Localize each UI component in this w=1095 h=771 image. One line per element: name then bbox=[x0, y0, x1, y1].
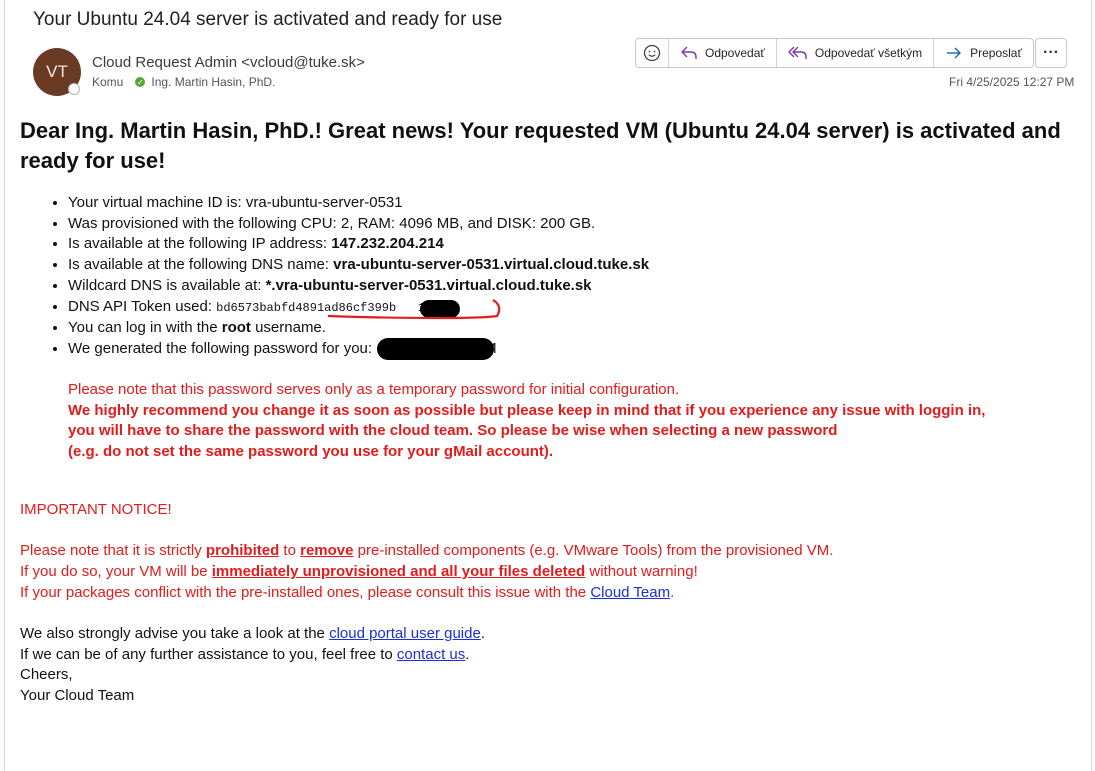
list-item-vm-id: Your virtual machine ID is: vra-ubuntu-s… bbox=[68, 193, 649, 214]
list-item-provision: Was provisioned with the following CPU: … bbox=[68, 214, 649, 235]
warning-line-4: (e.g. do not set the same password you u… bbox=[68, 443, 554, 461]
dns-label: Is available at the following DNS name: bbox=[68, 256, 334, 274]
notice-text: pre-installed components (e.g. VMware To… bbox=[353, 542, 834, 560]
notice-text: to bbox=[279, 542, 301, 560]
ip-label: Is available at the following IP address… bbox=[68, 235, 332, 253]
recipient-name[interactable]: Ing. Martin Hasin, PhD. bbox=[151, 75, 275, 89]
notice-text: Please note that it is strictly bbox=[20, 542, 206, 560]
warning-line-2: We highly recommend you change it as soo… bbox=[68, 401, 986, 419]
notice-line-3: If your packages conflict with the pre-i… bbox=[20, 583, 833, 604]
login-user: root bbox=[221, 319, 251, 337]
forward-label: Preposlať bbox=[970, 46, 1022, 60]
notice-title: IMPORTANT NOTICE! bbox=[20, 501, 172, 518]
react-button[interactable] bbox=[636, 39, 669, 67]
reply-all-label: Odpovedať všetkým bbox=[814, 46, 923, 60]
email-subject: Your Ubuntu 24.04 server is activated an… bbox=[33, 9, 503, 30]
presence-status-icon bbox=[68, 83, 80, 95]
wildcard-label: Wildcard DNS is available at: bbox=[68, 276, 266, 294]
closing-text: If we can be of any further assistance t… bbox=[20, 645, 397, 663]
warning-line-1: Please note that this password serves on… bbox=[68, 381, 680, 398]
notice-text: without warning! bbox=[585, 563, 698, 581]
notice-text: . bbox=[670, 583, 675, 601]
closing-text: We also strongly advise you take a look … bbox=[20, 625, 330, 642]
more-actions-button[interactable]: ··· bbox=[1035, 38, 1067, 68]
notice-line-1: Please note that it is strictly prohibit… bbox=[20, 541, 833, 562]
cloud-team-link[interactable]: Cloud Team bbox=[590, 584, 670, 601]
closing-cheers: Cheers, bbox=[20, 666, 73, 684]
reply-all-icon bbox=[787, 46, 807, 59]
smiley-icon bbox=[643, 44, 661, 62]
forward-button[interactable]: Preposlať bbox=[934, 39, 1033, 67]
warning-line-3: you will have to share the password with… bbox=[68, 422, 838, 440]
password-warning: Please note that this password serves on… bbox=[68, 380, 985, 463]
to-label: Komu bbox=[92, 75, 124, 89]
list-item-dns: Is available at the following DNS name: … bbox=[68, 255, 649, 276]
red-underline-scribble bbox=[327, 299, 501, 320]
password-label: We generated the following password for … bbox=[68, 339, 373, 357]
avatar-initials: VT bbox=[46, 62, 68, 81]
password-redaction bbox=[377, 338, 494, 360]
notice-text: If your packages conflict with the pre-i… bbox=[20, 583, 591, 601]
message-actions-toolbar: Odpovedať Odpovedať všetkým Preposlať bbox=[635, 38, 1034, 68]
closing-line-2: If we can be of any further assistance t… bbox=[20, 645, 485, 666]
closing-text: . bbox=[480, 625, 485, 642]
login-post: username. bbox=[250, 319, 326, 337]
dns-value: vra-ubuntu-server-0531.virtual.cloud.tuk… bbox=[333, 256, 650, 274]
verified-check-icon: ✓ bbox=[135, 77, 146, 87]
user-guide-link[interactable]: cloud portal user guide bbox=[329, 625, 481, 642]
list-item-password: We generated the following password for … bbox=[68, 339, 649, 360]
reply-button[interactable]: Odpovedať bbox=[669, 39, 777, 67]
notice-emphasis: remove bbox=[300, 542, 354, 560]
token-label: DNS API Token used: bbox=[68, 297, 217, 315]
ip-value: 147.232.204.214 bbox=[331, 235, 444, 253]
closing-signature: Your Cloud Team bbox=[20, 687, 135, 705]
wildcard-value: *.vra-ubuntu-server-0531.virtual.cloud.t… bbox=[265, 276, 592, 294]
reply-icon bbox=[681, 46, 697, 59]
login-pre: You can log in with the bbox=[68, 319, 222, 337]
notice-text: If you do so, your VM will be bbox=[20, 563, 212, 581]
reply-all-button[interactable]: Odpovedať všetkým bbox=[777, 39, 935, 67]
notice-emphasis: immediately unprovisioned and all your f… bbox=[211, 563, 586, 581]
contact-us-link[interactable]: contact us bbox=[397, 646, 465, 663]
notice-line-2: If you do so, your VM will be immediatel… bbox=[20, 562, 833, 583]
closing-text: . bbox=[465, 645, 470, 663]
forward-icon bbox=[947, 47, 962, 59]
vm-details-list: Your virtual machine ID is: vra-ubuntu-s… bbox=[20, 193, 649, 360]
list-item-wildcard: Wildcard DNS is available at: *.vra-ubun… bbox=[68, 276, 649, 297]
received-date: Fri 4/25/2025 12:27 PM bbox=[949, 75, 1075, 89]
email-headline: Dear Ing. Martin Hasin, PhD.! Great news… bbox=[20, 118, 1061, 173]
list-item-ip: Is available at the following IP address… bbox=[68, 234, 649, 255]
email-closing: We also strongly advise you take a look … bbox=[20, 624, 485, 707]
more-icon: ··· bbox=[1043, 44, 1059, 61]
closing-line-1: We also strongly advise you take a look … bbox=[20, 624, 485, 645]
notice-emphasis: prohibited bbox=[205, 542, 280, 560]
reply-label: Odpovedať bbox=[705, 46, 765, 60]
sender-name[interactable]: Cloud Request Admin <vcloud@tuke.sk> bbox=[92, 54, 365, 71]
important-notice: IMPORTANT NOTICE! Please note that it is… bbox=[20, 500, 833, 604]
recipient-row: Komu ✓ Ing. Martin Hasin, PhD. bbox=[92, 75, 275, 89]
